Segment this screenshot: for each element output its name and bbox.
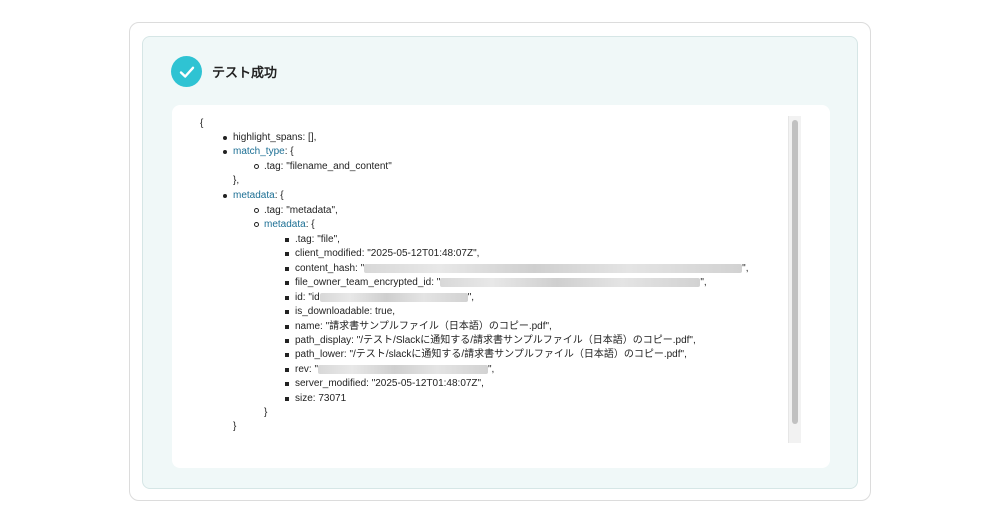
json-line-metadata: metadata: { — [223, 190, 284, 201]
json-line-is-downloadable: is_downloadable: true, — [284, 306, 396, 317]
json-line-path-lower: path_lower: "/テスト/slackに通知する/請求書サンプルファイル… — [285, 349, 687, 360]
scrollbar-thumb[interactable] — [792, 120, 798, 424]
json-line-metadata-tag: .tag: "metadata", — [254, 205, 338, 216]
json-line-content-hash: content_hash: " ", — [284, 263, 749, 274]
json-line-match-close: }, — [233, 175, 240, 186]
inner-close-brace: } — [264, 407, 268, 418]
redacted-rev — [318, 364, 488, 374]
check-circle-icon — [171, 56, 202, 87]
json-line-match-tag: .tag: "filename_and_content" — [254, 161, 392, 172]
redacted-content-hash — [364, 263, 743, 273]
json-line-client-modified: client_modified: "2025-05-12T01:48:07Z", — [284, 248, 480, 259]
json-line-rev: rev: " ", — [284, 364, 495, 375]
json-line-server-modified: server_modified: "2025-05-12T01:48:07Z", — [285, 378, 484, 389]
json-line-size: size: 73071 — [284, 393, 347, 404]
match-type-key[interactable]: match_type — [233, 146, 285, 157]
json-line-file-owner: file_owner_team_encrypted_id: " ", — [285, 277, 707, 288]
open-brace: { — [200, 118, 204, 129]
outer-close-brace: } — [233, 421, 237, 432]
redacted-id — [319, 292, 468, 302]
inner-metadata-key[interactable]: metadata — [264, 219, 306, 230]
json-line-path-display: path_display: "/テスト/Slackに通知する/請求書サンプルファ… — [285, 335, 696, 346]
json-line-highlight-spans: highlight_spans: [], — [222, 132, 317, 143]
result-header: テスト成功 — [171, 56, 277, 87]
json-line-inner-metadata: metadata: { — [254, 219, 315, 230]
redacted-owner-id — [440, 277, 701, 287]
json-line-name: name: "請求書サンプルファイル（日本語）のコピー.pdf", — [285, 321, 552, 332]
json-line-id: id: "id ", — [284, 292, 475, 303]
json-line-file-tag: .tag: "file", — [285, 234, 340, 245]
json-line-match-type: match_type: { — [223, 146, 294, 157]
metadata-key[interactable]: metadata — [233, 190, 275, 201]
result-title: テスト成功 — [212, 66, 278, 81]
